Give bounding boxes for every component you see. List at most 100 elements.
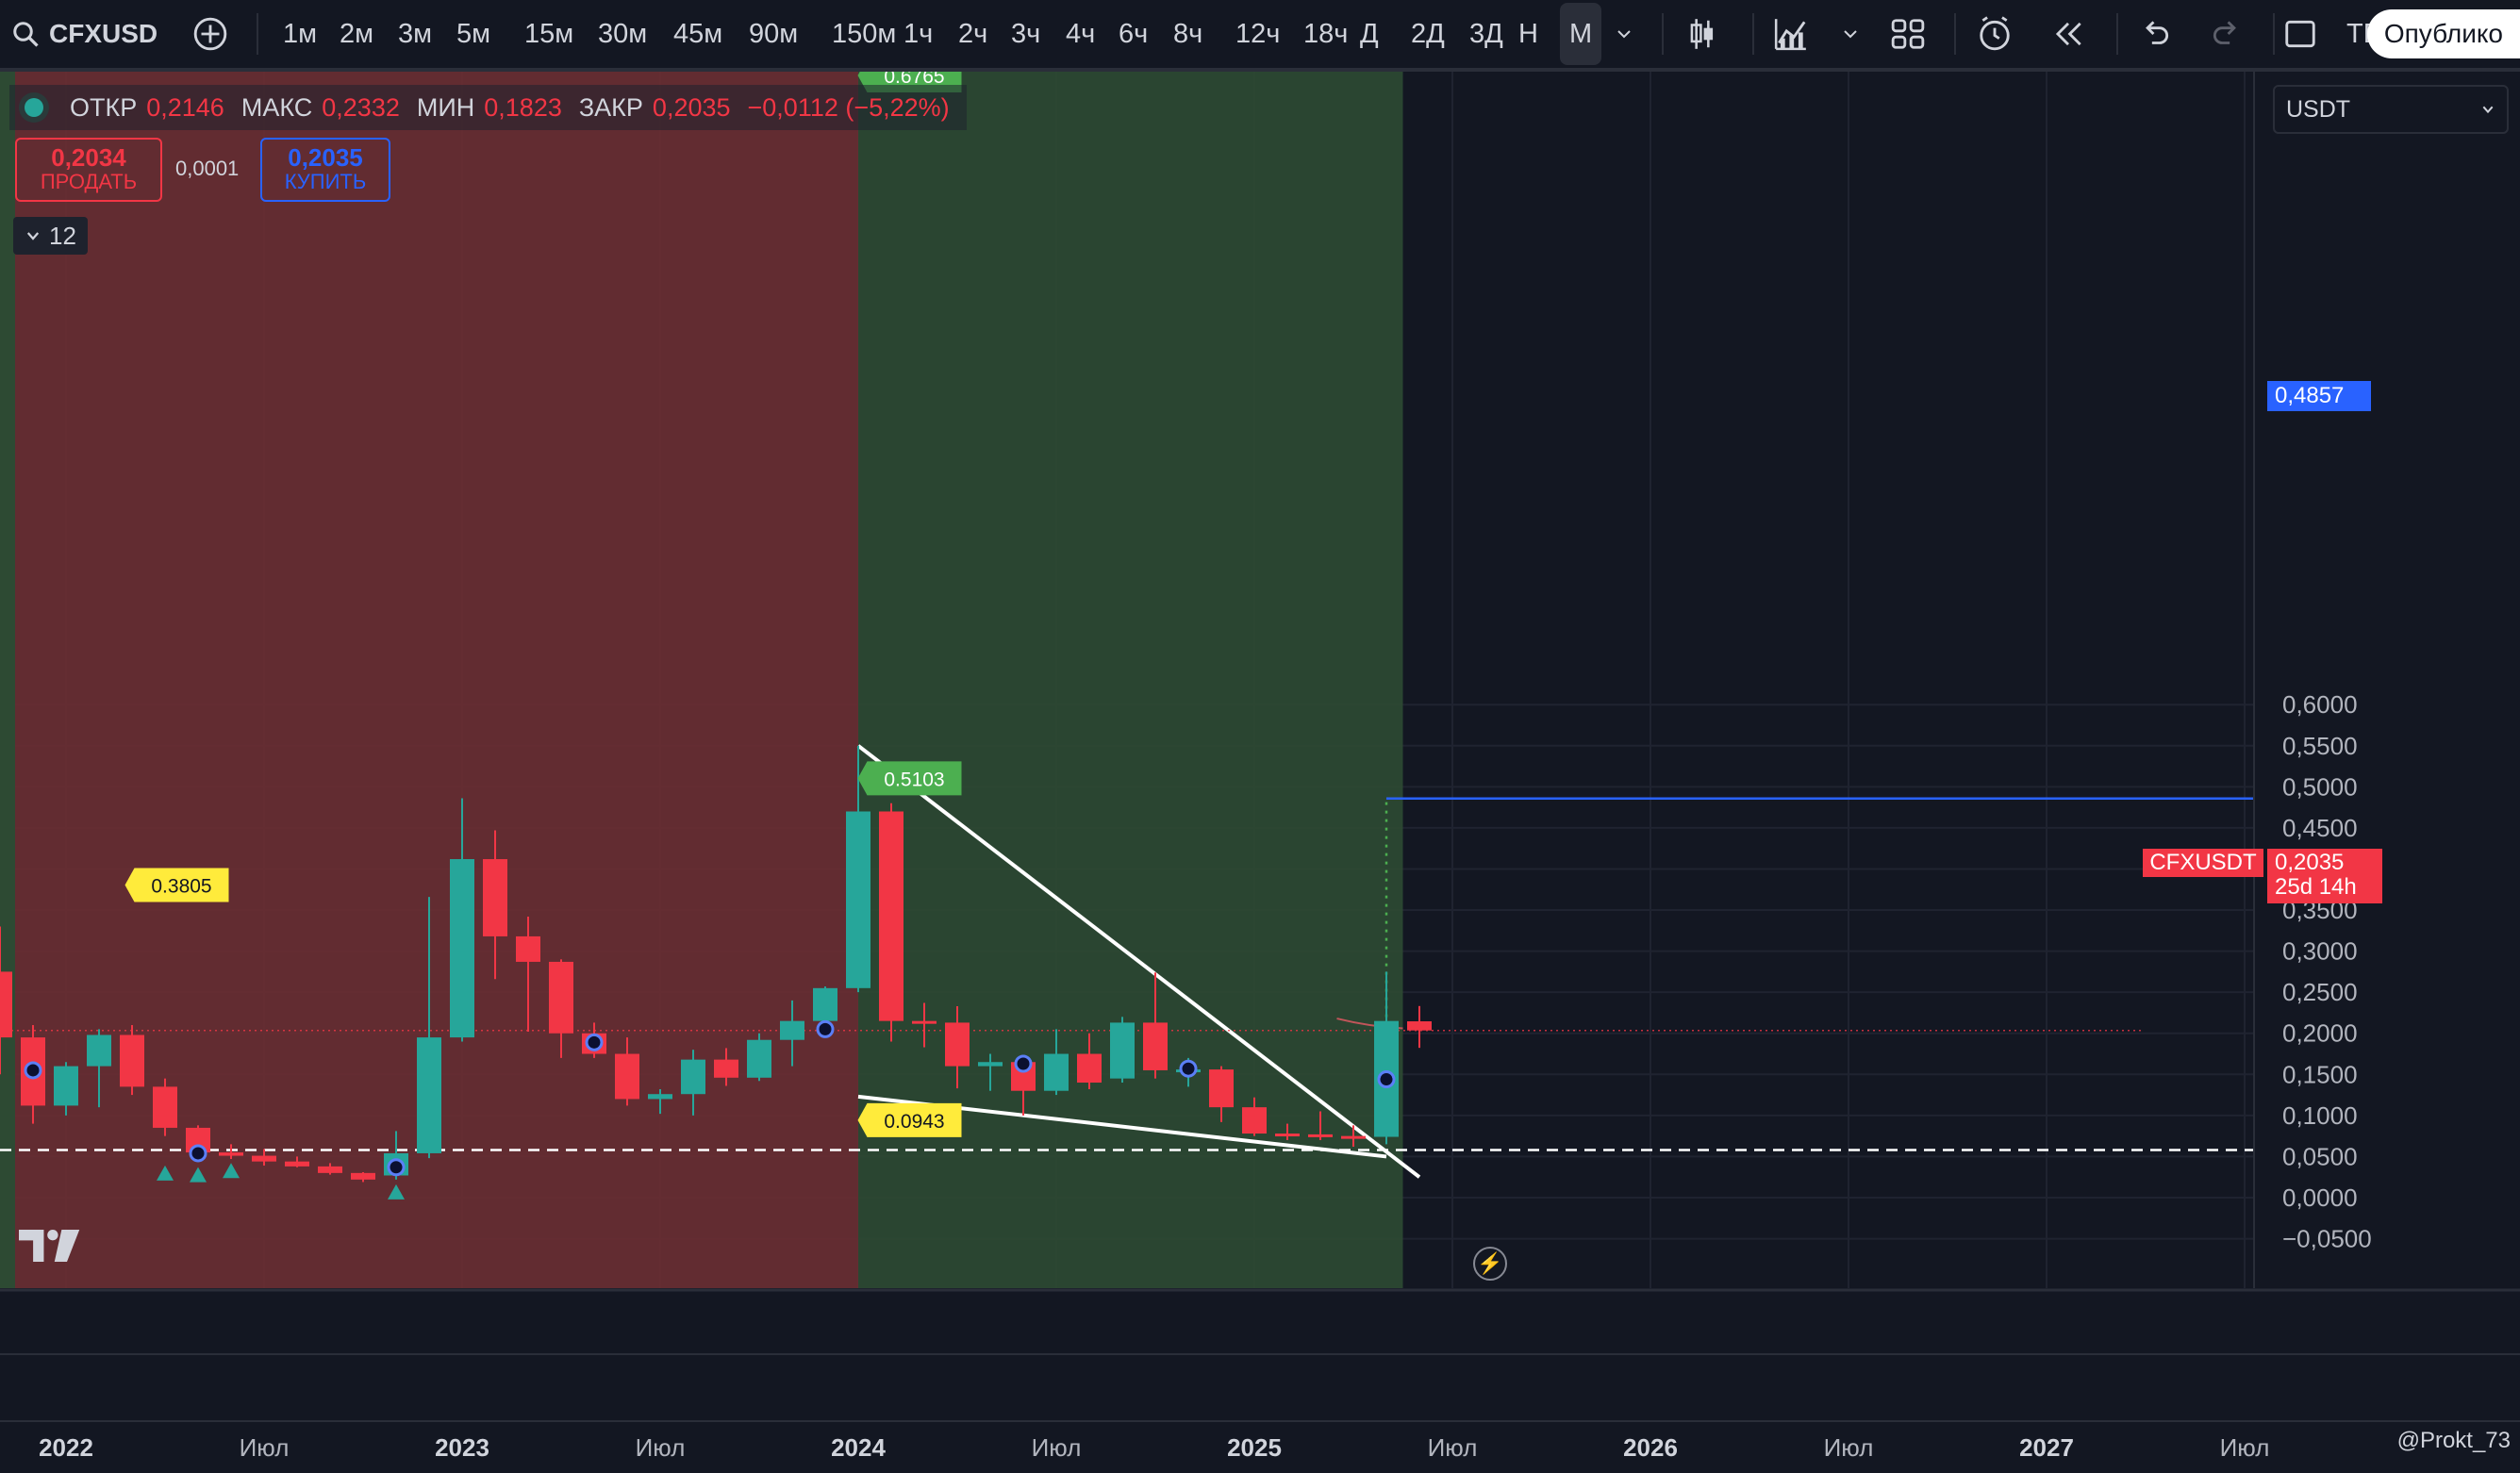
visibility-dot-icon[interactable] <box>25 98 43 117</box>
candle-body <box>120 1034 144 1087</box>
chevron-down-icon[interactable] <box>1613 0 1635 68</box>
timeframe-10[interactable]: 2ч <box>954 0 991 68</box>
buy-button[interactable]: 0,2035 КУПИТЬ <box>260 138 390 202</box>
timeframe-0[interactable]: 1м <box>279 0 321 68</box>
timeframe-19[interactable]: 3Д <box>1466 0 1507 68</box>
signal-dot-icon <box>24 1061 42 1080</box>
candle-body <box>54 1066 78 1106</box>
indicators-toggle[interactable]: 12 <box>13 217 88 255</box>
timeframe-15[interactable]: 12ч <box>1232 0 1284 68</box>
last-price-tag: 0,2035 25d 14h <box>2267 849 2382 903</box>
fullscreen-icon[interactable] <box>2282 0 2318 68</box>
ticker-tag: CFXUSDT <box>2143 849 2263 877</box>
timeframe-5[interactable]: 30м <box>594 0 651 68</box>
time-tick-label: 2026 <box>1623 1433 1678 1462</box>
timeframe-14[interactable]: 8ч <box>1169 0 1206 68</box>
timeframe-17[interactable]: Д <box>1356 0 1383 68</box>
lightning-icon[interactable]: ⚡ <box>1473 1247 1507 1281</box>
compare-add-icon[interactable] <box>192 0 228 68</box>
time-tick-label: Июл <box>239 1433 290 1462</box>
candle-body <box>87 1034 111 1067</box>
low-value: 0,1823 <box>484 92 562 122</box>
price-axis[interactable]: 0,60000,55000,50000,45000,40000,35000,30… <box>2253 72 2520 1288</box>
time-tick-label: Июл <box>1031 1433 1082 1462</box>
sell-button[interactable]: 0,2034 ПРОДАТЬ <box>15 138 162 202</box>
candle-body <box>1044 1053 1069 1091</box>
timeframe-21[interactable]: М <box>1560 3 1602 65</box>
alert-clock-icon[interactable] <box>1977 0 2013 68</box>
candle-body <box>417 1037 441 1153</box>
timeframe-2[interactable]: 3м <box>394 0 436 68</box>
timeframe-18[interactable]: 2Д <box>1407 0 1449 68</box>
symbol-search[interactable]: CFXUSD <box>11 0 158 68</box>
indicators-count: 12 <box>49 221 76 250</box>
ohlc-legend: ОТКР 0,2146 МАКС 0,2332 МИН 0,1823 ЗАКР … <box>9 85 967 130</box>
timeframe-4[interactable]: 15м <box>521 0 577 68</box>
time-tick-label: 2027 <box>2019 1433 2074 1462</box>
signal-dot-icon <box>387 1158 406 1177</box>
timeframe-16[interactable]: 18ч <box>1300 0 1351 68</box>
candles-type-icon[interactable] <box>1684 0 1720 68</box>
timeframe-13[interactable]: 6ч <box>1115 0 1152 68</box>
top-toolbar: CFXUSD 1м 2м 3м 5м 15м 30м 45м 90м 150м 1ч 2ч 3ч 4ч 6… <box>0 0 2520 72</box>
signal-dot-icon <box>189 1144 207 1163</box>
candle-body <box>912 1020 937 1024</box>
candle-body <box>1242 1107 1267 1134</box>
candle-body <box>1275 1134 1300 1137</box>
redo-icon[interactable] <box>2209 0 2245 68</box>
timeframe-11[interactable]: 3ч <box>1007 0 1044 68</box>
time-axis[interactable]: 2022 Июл 2023 Июл 2024 Июл 2025 Июл 2026 Июл 2027 И… <box>0 1420 2520 1473</box>
candle-body <box>450 859 474 1038</box>
price-tick-label: 0,1000 <box>2282 1101 2358 1130</box>
candle-body <box>1143 1022 1168 1070</box>
sell-price: 0,2034 <box>51 143 126 172</box>
spread-value: 0,0001 <box>175 157 240 180</box>
price-tick-label: 0,5500 <box>2282 732 2358 760</box>
candle-body <box>483 859 507 936</box>
price-note-label: 0.5103 <box>884 769 944 790</box>
candle-body <box>0 971 12 1038</box>
price-tick-label: 0,6000 <box>2282 690 2358 719</box>
timeframe-12[interactable]: 4ч <box>1062 0 1099 68</box>
candle-body <box>1209 1069 1234 1108</box>
tradingview-logo[interactable] <box>19 1230 83 1262</box>
undo-icon[interactable] <box>2137 0 2173 68</box>
layout-grid-icon[interactable] <box>1890 0 1926 68</box>
timeframe-20[interactable]: Н <box>1515 0 1542 68</box>
signal-dot-icon <box>1014 1054 1033 1073</box>
timeframe-8[interactable]: 150м <box>828 0 900 68</box>
candle-body <box>780 1020 804 1040</box>
time-tick-label: Июл <box>2219 1433 2270 1462</box>
candle-body <box>615 1053 639 1100</box>
candle-body <box>285 1161 309 1167</box>
timeframe-3[interactable]: 5м <box>453 0 494 68</box>
indicators-icon[interactable] <box>1773 0 1809 68</box>
price-note-label: 0.3805 <box>151 875 211 897</box>
candle-countdown: 25d 14h <box>2275 874 2357 900</box>
chevron-down-icon[interactable] <box>1839 0 1862 68</box>
candle-body <box>813 987 837 1021</box>
candle-body <box>846 811 870 988</box>
price-tick-label: 0,0000 <box>2282 1183 2358 1212</box>
candle-body <box>219 1152 243 1156</box>
timeframe-9[interactable]: 1ч <box>900 0 937 68</box>
timeframe-1[interactable]: 2м <box>336 0 377 68</box>
publish-button[interactable]: Опублико <box>2366 9 2520 58</box>
replay-icon[interactable] <box>2050 0 2086 68</box>
candle-body <box>1341 1135 1366 1139</box>
signal-dot-icon <box>1377 1070 1396 1089</box>
price-chart[interactable]: 0.38050.51030.09430.6765 0,60000,55000,5… <box>0 72 2520 1420</box>
signal-dot-icon <box>816 1019 835 1038</box>
time-tick-label: Июл <box>635 1433 686 1462</box>
timeframe-7[interactable]: 90м <box>745 0 802 68</box>
currency-select[interactable]: USDT <box>2273 85 2509 134</box>
candle-body <box>549 961 573 1034</box>
signal-dot-icon <box>1179 1059 1198 1078</box>
candle-body <box>978 1062 1003 1067</box>
price-tick-label: 0,0500 <box>2282 1142 2358 1170</box>
highlight-zone-edge <box>0 72 15 1288</box>
toolbar-divider <box>2273 13 2275 55</box>
timeframe-6[interactable]: 45м <box>670 0 726 68</box>
symbol-label: CFXUSD <box>49 19 158 48</box>
high-label: МАКС <box>240 92 313 122</box>
